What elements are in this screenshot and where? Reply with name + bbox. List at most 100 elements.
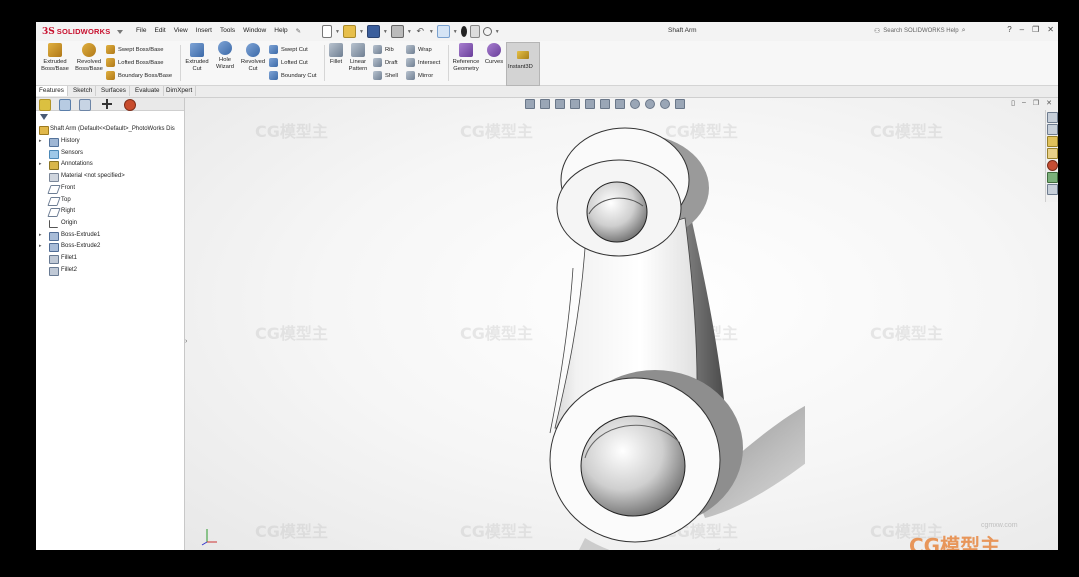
minimize-icon[interactable]: – (1022, 99, 1026, 107)
file-explorer-icon[interactable] (1047, 148, 1058, 159)
custom-properties-icon[interactable] (1047, 172, 1058, 183)
menu-insert[interactable]: Insert (192, 27, 216, 35)
property-manager-tab-icon[interactable] (59, 99, 71, 111)
extruded-boss-button[interactable]: Extruded Boss/Base (40, 43, 70, 73)
view-orientation-icon[interactable] (600, 99, 610, 109)
hide-show-items-icon[interactable] (630, 99, 640, 109)
wrap-button[interactable]: Wrap (406, 45, 432, 54)
pin-icon[interactable]: ✎ (292, 27, 305, 35)
menu-view[interactable]: View (170, 27, 192, 35)
chevron-right-icon[interactable] (117, 29, 124, 34)
new-document-icon[interactable] (322, 25, 332, 38)
file-properties-icon[interactable] (469, 25, 480, 38)
tab-evaluate[interactable]: Evaluate (132, 86, 164, 96)
collapse-pane-icon[interactable]: › (185, 338, 187, 345)
tree-item[interactable]: ▸ Boss-Extrude1 (36, 230, 184, 241)
linear-pattern-button[interactable]: Linear Pattern (345, 43, 371, 73)
menu-file[interactable]: File (132, 27, 150, 35)
previous-view-icon[interactable] (555, 99, 565, 109)
solidworks-logo[interactable]: 3S SOLIDWORKS (42, 25, 124, 38)
mirror-button[interactable]: Mirror (406, 71, 433, 80)
swept-boss-button[interactable]: Swept Boss/Base (106, 45, 163, 54)
edit-appearance-icon[interactable] (645, 99, 655, 109)
tree-item[interactable]: Sensors (36, 148, 184, 159)
boundary-cut-button[interactable]: Boundary Cut (269, 71, 316, 80)
appearances-icon[interactable] (1047, 160, 1058, 171)
gear-icon[interactable] (482, 27, 492, 36)
open-folder-icon[interactable] (342, 25, 356, 38)
dimxpert-manager-tab-icon[interactable] (102, 99, 112, 109)
tree-item[interactable]: ▸ History (36, 136, 184, 147)
draft-button[interactable]: Draft (373, 58, 398, 67)
configuration-manager-tab-icon[interactable] (79, 99, 91, 111)
select-icon[interactable] (436, 25, 450, 38)
resources-icon[interactable] (1047, 124, 1058, 135)
view-palette-icon[interactable] (1047, 184, 1058, 195)
undo-icon[interactable]: ↶ (415, 26, 426, 37)
menu-window[interactable]: Window (239, 27, 270, 35)
tab-surfaces[interactable]: Surfaces (98, 86, 130, 96)
lofted-cut-button[interactable]: Lofted Cut (269, 58, 308, 67)
rebuild-icon[interactable] (460, 26, 467, 37)
close-icon[interactable]: ✕ (1047, 25, 1054, 34)
tree-item[interactable]: Material <not specified> (36, 171, 184, 183)
tree-item[interactable]: ▸ Annotations (36, 159, 184, 171)
instant3d-button[interactable]: Instant3D (506, 42, 540, 86)
reference-geometry-button[interactable]: Reference Geometry (450, 43, 482, 73)
home-icon[interactable] (1047, 112, 1058, 123)
display-style-icon[interactable] (615, 99, 625, 109)
shaft-arm-model[interactable] (545, 118, 805, 550)
split-view-icon[interactable]: ▯ (1011, 99, 1015, 107)
expand-arrow-icon[interactable]: ▸ (39, 230, 42, 241)
tree-root-part[interactable]: Shaft Arm (Default<<Default>_PhotoWorks … (36, 124, 184, 135)
dynamic-annotation-icon[interactable] (585, 99, 595, 109)
tree-item[interactable]: Top (36, 195, 184, 206)
shell-button[interactable]: Shell (373, 71, 398, 80)
intersect-button[interactable]: Intersect (406, 58, 440, 67)
extruded-cut-button[interactable]: Extruded Cut (184, 43, 210, 73)
expand-arrow-icon[interactable]: ▸ (39, 136, 42, 147)
help-search-input[interactable]: Search SOLIDWORKS Help (883, 28, 958, 34)
lofted-boss-button[interactable]: Lofted Boss/Base (106, 58, 163, 67)
curves-button[interactable]: Curves (484, 43, 504, 66)
tab-features[interactable]: Features (36, 86, 68, 96)
filter-icon[interactable] (40, 114, 48, 120)
tree-item[interactable]: ▸ Boss-Extrude2 (36, 241, 184, 253)
fillet-button[interactable]: Fillet (327, 43, 345, 66)
swept-cut-button[interactable]: Swept Cut (269, 45, 308, 54)
apply-scene-icon[interactable] (660, 99, 670, 109)
tree-item[interactable]: Fillet1 (36, 253, 184, 264)
menu-help[interactable]: Help (270, 27, 291, 35)
tree-item[interactable]: Front (36, 183, 184, 194)
tab-sketch[interactable]: Sketch (70, 86, 97, 96)
close-icon[interactable]: ✕ (1046, 99, 1052, 107)
zoom-to-area-icon[interactable] (540, 99, 550, 109)
restore-icon[interactable]: ❐ (1032, 25, 1039, 34)
print-icon[interactable] (390, 25, 404, 38)
tree-item[interactable]: Origin (36, 218, 184, 229)
rib-button[interactable]: Rib (373, 45, 394, 54)
view-settings-icon[interactable] (675, 99, 685, 109)
save-icon[interactable] (366, 25, 380, 38)
tree-item[interactable]: Fillet2 (36, 265, 184, 276)
restore-icon[interactable]: ❐ (1033, 99, 1039, 107)
section-view-icon[interactable] (570, 99, 580, 109)
boundary-boss-button[interactable]: Boundary Boss/Base (106, 71, 172, 80)
graphics-area[interactable]: CG模型主 CG模型主 CG模型主 CG模型主 CG模型主 CG模型主 CG模型主 CG模型主… (185, 98, 1058, 550)
tab-dimxpert[interactable]: DimXpert (163, 86, 197, 96)
help-icon[interactable]: ? (1007, 25, 1011, 34)
search-icon[interactable]: ⌕ (962, 27, 966, 35)
tree-item[interactable]: Right (36, 206, 184, 218)
revolved-cut-button[interactable]: Revolved Cut (239, 43, 267, 73)
feature-manager-tab-icon[interactable] (39, 99, 51, 111)
minimize-icon[interactable]: – (1020, 25, 1024, 34)
expand-arrow-icon[interactable]: ▸ (39, 159, 42, 170)
help-search[interactable]: ⚇ Search SOLIDWORKS Help ⌕ (874, 25, 974, 37)
expand-arrow-icon[interactable]: ▸ (39, 241, 42, 252)
zoom-to-fit-icon[interactable] (525, 99, 535, 109)
menu-tools[interactable]: Tools (216, 27, 239, 35)
display-manager-tab-icon[interactable] (124, 99, 136, 111)
menu-edit[interactable]: Edit (150, 27, 169, 35)
hole-wizard-button[interactable]: Hole Wizard (213, 41, 237, 71)
design-library-icon[interactable] (1047, 136, 1058, 147)
